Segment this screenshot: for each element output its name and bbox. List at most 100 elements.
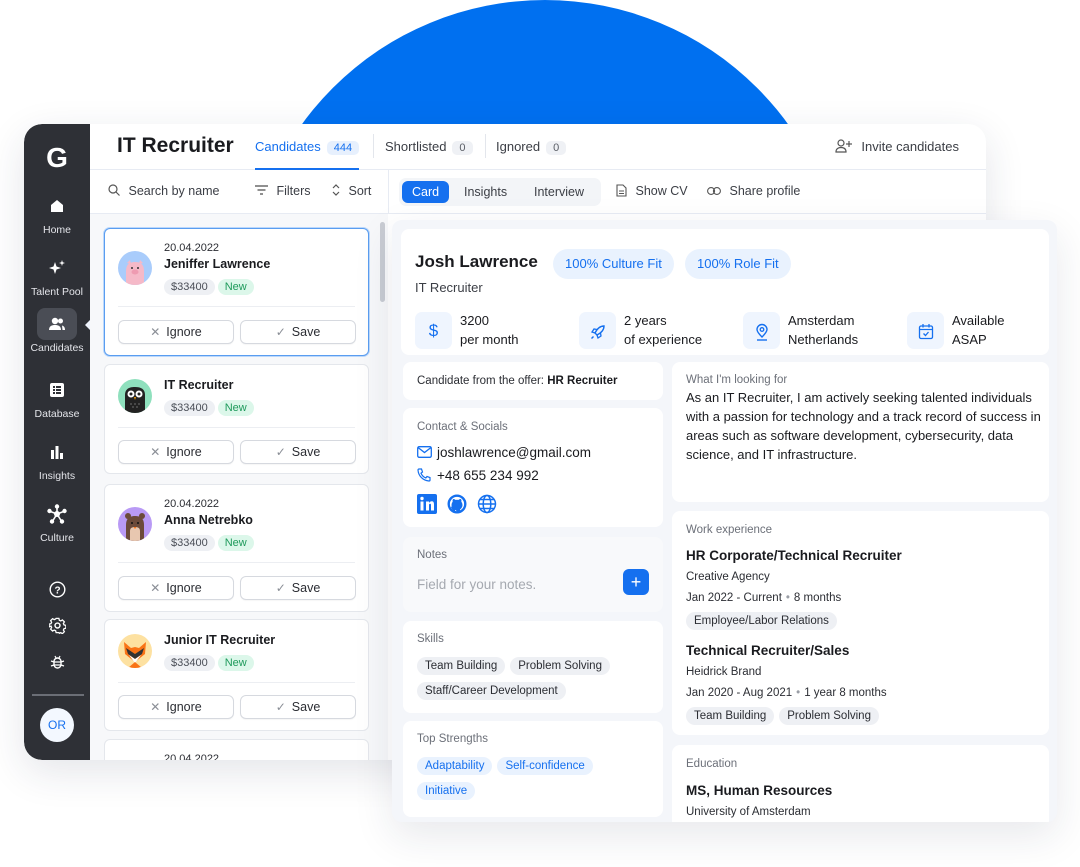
view-tab-interview[interactable]: Interview [524, 181, 594, 203]
linkedin-icon[interactable] [417, 494, 437, 514]
job-dates: Jan 2022 - Current [686, 592, 782, 604]
search-placeholder: Search by name [128, 184, 220, 198]
education-school: University of Amsterdam [686, 806, 811, 818]
list-scrollbar[interactable] [380, 222, 385, 302]
candidate-name: IT Recruiter [164, 378, 234, 392]
sidebar-item-database[interactable]: Database [24, 374, 90, 430]
view-tab-card[interactable]: Card [402, 181, 450, 203]
location-icon [743, 312, 780, 349]
save-button[interactable]: ✓ Save [240, 695, 356, 719]
section-title: Work experience [686, 524, 773, 536]
show-cv-button[interactable]: Show CV [616, 184, 688, 198]
search-input[interactable]: Search by name [108, 184, 220, 198]
stat-caption: ASAP [952, 332, 987, 347]
save-button[interactable]: ✓ Save [240, 320, 356, 344]
job-company: Creative Agency [686, 571, 770, 583]
job-company: Heidrick Brand [686, 666, 762, 678]
sidebar-item-label: Insights [38, 470, 76, 482]
section-title: Skills [417, 633, 444, 645]
skills-panel: Skills Team Building Problem Solving Staff… [403, 621, 663, 713]
section-title: Education [686, 758, 738, 770]
sort-button[interactable]: Sort [332, 184, 371, 198]
sidebar-item-home[interactable]: Home [24, 190, 90, 246]
save-label: Save [291, 445, 321, 459]
phone-icon [417, 468, 437, 483]
offer-text: Candidate from the offer: HR Recruiter [417, 375, 618, 387]
filters-button[interactable]: Filters [255, 184, 311, 198]
sidebar-item-label: Talent Pool [31, 286, 83, 298]
plus-icon: + [630, 572, 642, 592]
ignore-button[interactable]: ✕ Ignore [118, 440, 234, 464]
tab-divider [485, 134, 486, 158]
sidebar-item-insights[interactable]: Insights [24, 436, 90, 492]
sidebar-item-candidates[interactable]: Candidates [24, 308, 90, 364]
network-icon [37, 498, 77, 530]
sidebar-item-culture[interactable]: Culture [24, 498, 90, 554]
share-profile-button[interactable]: Share profile [707, 184, 800, 198]
ignore-button[interactable]: ✕ Ignore [118, 320, 234, 344]
help-icon[interactable]: ? [47, 581, 67, 601]
ignore-button[interactable]: ✕ Ignore [118, 695, 234, 719]
tab-ignored[interactable]: Ignored 0 [496, 139, 567, 170]
section-title: What I'm looking for [686, 374, 788, 386]
header: IT Recruiter Candidates 444 Shortlisted 0 … [90, 124, 986, 170]
offer-source: Candidate from the offer: HR Recruiter [403, 362, 663, 400]
status-badge: New [217, 400, 254, 416]
top-strengths-panel: Top Strengths Adaptability Self-confidenc… [403, 721, 663, 817]
close-icon: ✕ [150, 445, 161, 459]
candidate-role: IT Recruiter [415, 280, 483, 295]
invite-candidates-button[interactable]: Invite candidates [835, 139, 959, 154]
status-badge: New [217, 535, 254, 551]
strength-tag: Adaptability [417, 757, 493, 775]
save-button[interactable]: ✓ Save [240, 576, 356, 600]
tab-shortlisted[interactable]: Shortlisted 0 [385, 139, 473, 170]
status-badge: New [217, 279, 254, 295]
candidate-card[interactable]: IT Recruiter $33400 New ✕ Ignore ✓ Save [104, 364, 369, 474]
github-icon[interactable] [447, 494, 467, 514]
candidate-date: 20.04.2022 [164, 242, 220, 254]
profile-summary: Josh Lawrence 100% Culture Fit 100% Role… [401, 229, 1049, 355]
list-toolbar: Search by name Filters Sort [90, 170, 388, 214]
globe-icon[interactable] [477, 494, 497, 514]
ignore-label: Ignore [166, 700, 202, 714]
email-value: joshlawrence@gmail.com [437, 445, 592, 460]
logo[interactable]: G [43, 144, 71, 172]
strengths-list: Adaptability Self-confidence Initiative [417, 756, 653, 806]
ignore-button[interactable]: ✕ Ignore [118, 576, 234, 600]
gear-icon[interactable] [47, 617, 67, 637]
phone-link[interactable]: +48 655 234 992 [417, 468, 539, 483]
save-label: Save [291, 325, 321, 339]
check-icon: ✓ [275, 445, 286, 459]
bug-icon[interactable] [47, 654, 67, 674]
candidate-card[interactable]: 20.04.2022 [104, 739, 369, 760]
contact-socials: Contact & Socials joshlawrence@gmail.com… [403, 408, 663, 527]
candidate-card[interactable]: 20.04.2022 Jeniffer Lawrence $33400 New ✕… [104, 228, 369, 356]
view-tab-insights[interactable]: Insights [454, 181, 517, 203]
show-cv-label: Show CV [635, 184, 688, 198]
section-title: Notes [417, 549, 448, 561]
candidate-avatar-owl [118, 379, 152, 413]
mail-icon [417, 445, 437, 460]
user-avatar[interactable]: OR [40, 708, 74, 742]
notes-input[interactable]: Field for your notes. [417, 577, 536, 592]
stat-caption: per month [460, 332, 519, 347]
sidebar-item-label: Database [34, 408, 80, 420]
filter-icon [255, 184, 271, 198]
candidate-card[interactable]: 20.04.2022 Anna Netrebko $33400 New ✕ Igno… [104, 484, 369, 612]
close-icon: ✕ [150, 325, 161, 339]
candidate-card[interactable]: Junior IT Recruiter $33400 New ✕ Ignore ✓ S… [104, 619, 369, 731]
home-icon [37, 190, 77, 222]
card-divider [118, 562, 355, 563]
email-link[interactable]: joshlawrence@gmail.com [417, 445, 591, 460]
sidebar-item-talent-pool[interactable]: Talent Pool [24, 252, 90, 308]
save-button[interactable]: ✓ Save [240, 440, 356, 464]
sort-icon [332, 184, 343, 198]
stat-caption: of experience [624, 332, 703, 347]
skill-tag: Team Building [417, 657, 506, 675]
education-degree: MS, Human Resources [686, 783, 833, 798]
tab-candidates[interactable]: Candidates 444 [255, 139, 360, 170]
section-title: Top Strengths [417, 733, 488, 745]
add-note-button[interactable]: + [623, 569, 649, 595]
education-panel: Education MS, Human Resources University… [672, 745, 1049, 822]
check-icon: ✓ [275, 700, 286, 714]
